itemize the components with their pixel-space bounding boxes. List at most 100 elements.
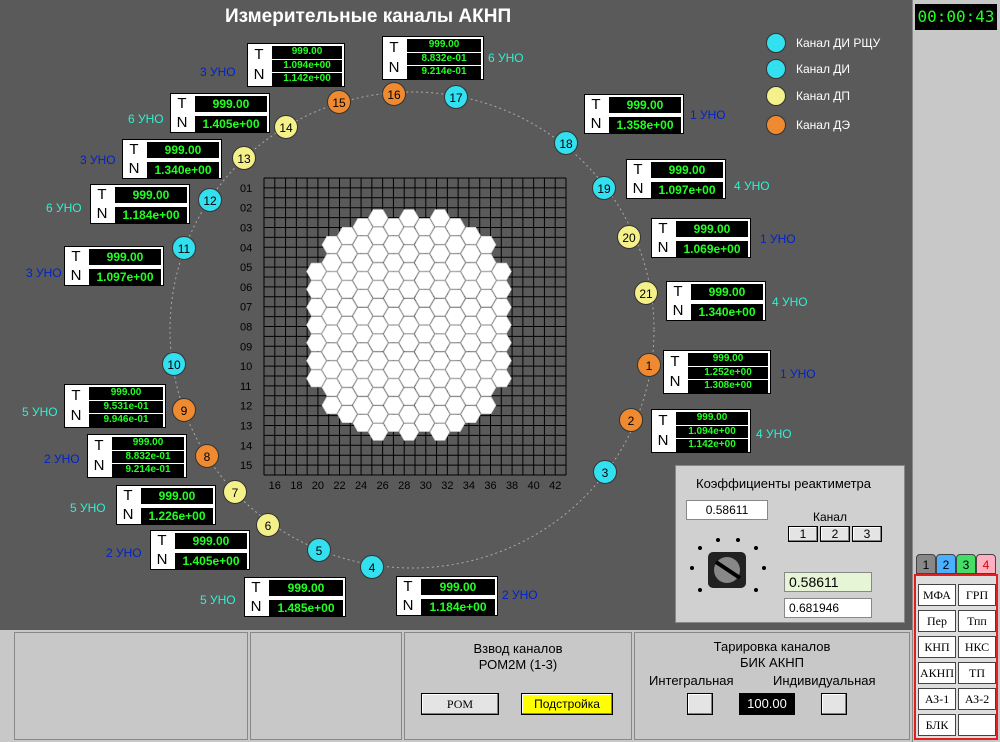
uno-label: 1 УНО [760, 232, 796, 246]
fuel-assembly-hex [383, 378, 404, 397]
channel-2[interactable]: 2 [619, 408, 643, 432]
channel-1[interactable]: 1 [637, 353, 661, 377]
fuel-assembly-hex [321, 325, 342, 343]
tab-2[interactable]: 2 [936, 554, 956, 574]
channel-button-1[interactable]: 1 [788, 526, 818, 542]
tn-box: T N 999.00 1.405e+00 [170, 93, 270, 133]
key-button[interactable]: Пер [918, 610, 956, 632]
channel-21[interactable]: 21 [634, 281, 658, 305]
fuel-assembly-hex [460, 280, 481, 299]
tab-4[interactable]: 4 [976, 554, 996, 574]
fuel-assembly-hex [445, 218, 466, 236]
tn-box: T N 999.00 1.340e+00 [666, 281, 766, 321]
legend-dot [766, 59, 786, 79]
fuel-assembly-hex [321, 235, 342, 254]
tn-value-n: 1.340e+00 [691, 304, 763, 320]
key-button[interactable]: БЛК [918, 714, 956, 736]
key-button[interactable]: АЗ-2 [958, 688, 996, 710]
channel-16[interactable]: 16 [382, 82, 406, 106]
coef-value2: 0.58611 [784, 572, 872, 592]
key-button[interactable]: ТП [958, 662, 996, 684]
uno-label: 6 УНО [488, 51, 524, 65]
channel-button-3[interactable]: 3 [852, 526, 882, 542]
integral-button[interactable] [687, 693, 713, 715]
t-label: T [673, 283, 683, 300]
channel-13[interactable]: 13 [232, 146, 256, 170]
channel-18[interactable]: 18 [554, 131, 578, 155]
channel-9[interactable]: 9 [172, 398, 196, 422]
channel-20[interactable]: 20 [617, 225, 641, 249]
tn-value-t: 999.00 [195, 96, 267, 112]
t-label: T [129, 141, 139, 158]
tn-box: T N 999.00 1.094e+00 1.142e+00 [247, 43, 345, 87]
fuel-assembly-hex [429, 334, 451, 352]
tn-value-n: 8.832e-01 [407, 52, 481, 66]
channel-19[interactable]: 19 [592, 176, 616, 200]
fuel-assembly-hex [398, 423, 420, 441]
fuel-assembly-hex [367, 280, 389, 299]
key-button[interactable]: АЗ-1 [918, 688, 956, 710]
key-button[interactable]: МФА [918, 584, 956, 606]
fuel-assembly-hex [445, 414, 466, 432]
tn-box: T N 999.00 1.184e+00 [90, 184, 190, 224]
channel-14[interactable]: 14 [274, 115, 298, 139]
core-map: 16 18 20 22 24 26 28 30 32 34 36 38 40 42 01 02 03 04 05 06… [240, 177, 567, 493]
tn-value-t: 999.00 [147, 142, 219, 158]
t-label: T [389, 39, 399, 56]
channel-11[interactable]: 11 [172, 236, 196, 260]
row-label: 10 [240, 361, 252, 373]
channel-12[interactable]: 12 [198, 188, 222, 212]
row-label: 07 [240, 302, 252, 314]
channel-3[interactable]: 3 [593, 460, 617, 484]
rom-button[interactable]: РОМ [421, 693, 499, 715]
tn-box: T N 999.00 1.358e+00 [584, 94, 684, 134]
n-label: N [176, 114, 188, 131]
fuel-assembly-hex [429, 227, 451, 245]
key-button[interactable] [958, 714, 996, 736]
t-label: T [658, 220, 668, 237]
fuel-assembly-hex [460, 316, 481, 334]
individual-button[interactable] [821, 693, 847, 715]
keyboard-tabs: 1 2 3 4 МФА ГРП Пер Тпп КНП НКС АКНП ТП АЗ-1 АЗ-2… [914, 554, 998, 740]
channel-8[interactable]: 8 [195, 444, 219, 468]
tn-value-n: 1.097e+00 [89, 269, 161, 285]
tab-3[interactable]: 3 [956, 554, 976, 574]
col-label: 24 [355, 480, 367, 492]
channel-selector-knob[interactable] [686, 534, 776, 614]
channel-5[interactable]: 5 [307, 538, 331, 562]
fuel-assembly-hex [460, 334, 481, 352]
fuel-assembly-hex [491, 369, 512, 388]
fuel-assembly-hex [491, 298, 512, 316]
key-button[interactable]: Тпп [958, 610, 996, 632]
bottom-panel-empty-2 [250, 632, 402, 740]
channel-7[interactable]: 7 [223, 480, 247, 504]
channel-17[interactable]: 17 [444, 85, 468, 109]
row-label: 15 [240, 460, 252, 472]
tn-box: T N 999.00 1.097e+00 [64, 246, 164, 286]
fuel-assembly-hex [321, 396, 342, 415]
uno-label: 2 УНО [502, 588, 538, 602]
tn-value-t: 999.00 [691, 284, 763, 300]
row-label: 03 [240, 223, 252, 235]
col-label: 36 [484, 480, 496, 492]
coef-value1: 0.58611 [686, 500, 768, 520]
channel-6[interactable]: 6 [256, 513, 280, 537]
tn-value-n2: 9.214e-01 [112, 464, 184, 477]
fuel-assembly-hex [352, 360, 373, 379]
tab-1[interactable]: 1 [916, 554, 936, 574]
key-button[interactable]: АКНП [918, 662, 956, 684]
channel-10[interactable]: 10 [162, 352, 186, 376]
fuel-assembly-hex [491, 316, 512, 334]
tn-box: T N 999.00 1.252e+00 1.308e+00 [663, 350, 771, 394]
key-button[interactable]: ГРП [958, 584, 996, 606]
key-button[interactable]: КНП [918, 636, 956, 658]
key-button[interactable]: НКС [958, 636, 996, 658]
channel-15[interactable]: 15 [327, 90, 351, 114]
channel-button-2[interactable]: 2 [820, 526, 850, 542]
fuel-assembly-hex [414, 289, 435, 307]
fuel-assembly-hex [414, 325, 435, 343]
tune-button[interactable]: Подстройка [521, 693, 613, 715]
n-label: N [156, 551, 168, 568]
channel-4[interactable]: 4 [360, 555, 384, 579]
t-label: T [177, 95, 187, 112]
